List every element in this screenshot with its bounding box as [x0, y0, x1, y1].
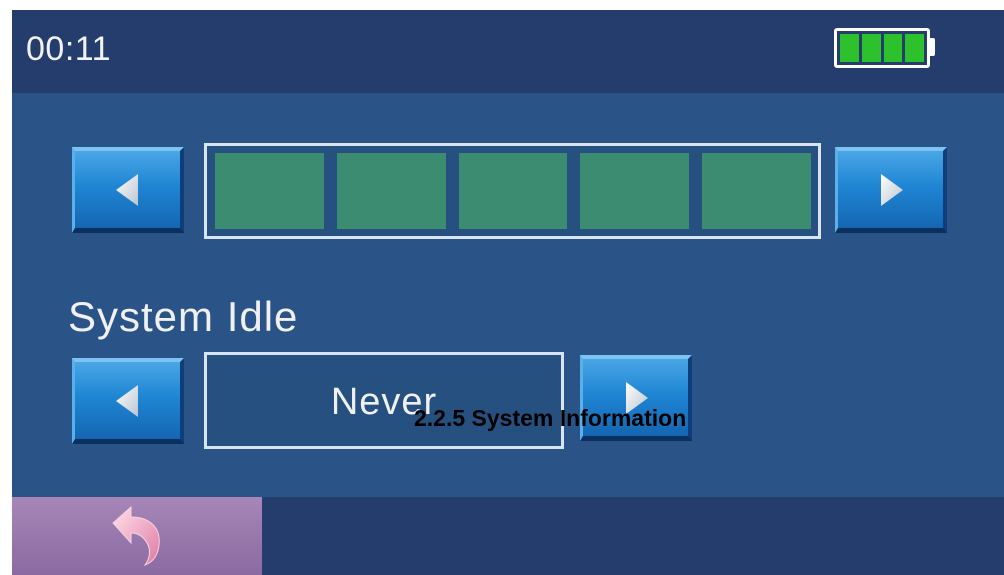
battery-cell [905, 34, 924, 62]
arrow-left-icon [115, 173, 138, 206]
back-button[interactable] [12, 497, 262, 575]
clock-time: 00:11 [26, 30, 112, 68]
arrow-right-icon [880, 173, 903, 206]
back-arrow-icon [112, 505, 160, 567]
idle-previous-button[interactable] [72, 358, 184, 444]
device-screen: 00:11 System Idle Never [12, 10, 1004, 575]
slider-increase-button[interactable] [835, 147, 947, 233]
idle-value-display: Never [204, 352, 564, 449]
slider-segment [336, 153, 446, 229]
slider-decrease-button[interactable] [72, 147, 184, 233]
slider-segment [580, 153, 690, 229]
arrow-left-icon [115, 384, 138, 417]
system-idle-label: System Idle [68, 293, 299, 340]
slider-segment [702, 153, 811, 229]
battery-cell [861, 34, 881, 62]
battery-icon [834, 28, 930, 68]
section-caption: 2.2.5 System Information [414, 405, 687, 431]
slider-segment [215, 153, 324, 229]
battery-cell [840, 34, 859, 62]
level-slider-track[interactable] [204, 143, 821, 239]
slider-segment [458, 153, 568, 229]
status-bar: 00:11 [12, 10, 1004, 93]
battery-tip [930, 38, 935, 56]
battery-cell [883, 34, 903, 62]
